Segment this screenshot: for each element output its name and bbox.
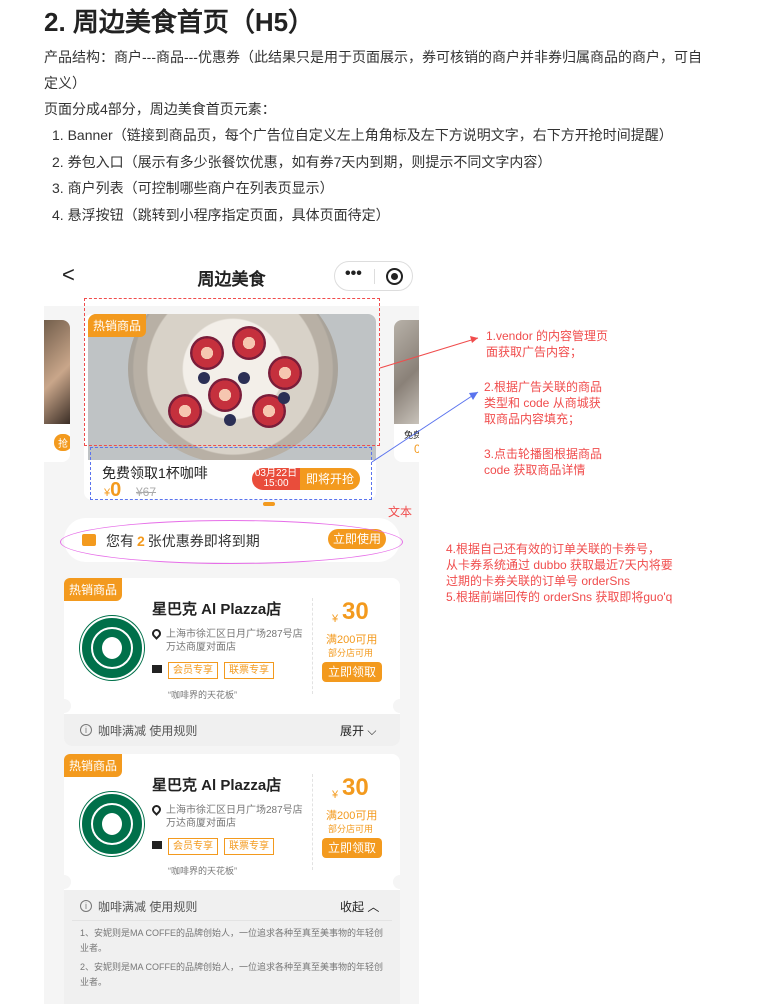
ticket-icon [152,665,162,673]
coupon-rules-label: 咖啡满减 使用规则 [98,724,198,738]
starbucks-logo [80,616,144,680]
coupon-condition: 满200可用 [326,810,378,822]
annotation-text-label: 文本 [388,505,413,519]
starbucks-logo [80,792,144,856]
carousel-next-label: 免费 [404,430,419,440]
card-notch [57,875,71,889]
annotation-mapping: 2.根据广告关联的商品 类型和 code 从商城获 取商品内容填充； [484,380,603,426]
coupon-value: 30 [342,598,369,625]
shop-slogan: “咖啡界的天花板” [168,866,237,876]
ticket-icon [152,841,162,849]
shop-address: 上海市徐汇区日月广场287号店万达商厦对面店 [166,805,303,829]
more-icon[interactable]: ••• [345,265,362,283]
coupon-divider [312,598,313,694]
list-item: 3. 商户列表（可控制哪些商户在列表页显示） [52,180,334,196]
shop-address: 上海市徐汇区日月广场287号店万达商厦对面店 [166,629,303,653]
coupon-value: 30 [342,774,369,801]
page-content: 抢 免费 0 热销商品 免费领取1杯咖啡 ¥0 ¥67 03月22日 15:00… [44,298,419,1004]
shop-tag: 联票专享 [224,662,274,679]
shop-tag: 联票专享 [224,838,274,855]
shop-hot-tag: 热销商品 [64,578,123,601]
shop-tag: 会员专享 [168,838,218,855]
close-target-icon[interactable] [386,268,403,285]
carousel-prev-card[interactable]: 抢 [44,320,70,462]
card-notch [393,699,407,713]
card-notch [393,875,407,889]
info-icon: i [80,900,92,912]
shop-name: 星巴克 Al Plazza店 [152,777,282,794]
shop-hot-tag: 热销商品 [64,754,123,777]
expand-toggle[interactable]: 展开 ⌵ [340,722,376,739]
banner-info-highlight [90,447,372,500]
location-pin-icon [150,627,163,640]
nav-bar: < 周边美食 ••• [44,256,419,296]
carousel-next-image [394,320,419,424]
shop-name: 星巴克 Al Plazza店 [152,601,282,618]
list-item: 4. 悬浮按钮（跳转到小程序指定页面，具体页面待定） [52,206,390,223]
currency-symbol: ¥ [332,613,339,625]
rule-item: 2、安妮则是MA COFFE的品牌创始人，一位追求各种至真至美事物的年轻创业者。 [80,962,384,987]
banner-image-highlight [84,298,380,446]
rule-item: 1、安妮则是MA COFFE的品牌创始人，一位追求各种至真至美事物的年轻创业者。 [80,928,384,953]
collapse-toggle[interactable]: 收起 ︿ [340,898,379,915]
coupon-divider [312,774,313,870]
coupon-condition: 满200可用 [326,634,378,646]
structure-line-2: 定义） [44,75,86,91]
mini-program-capsule: ••• [334,261,413,291]
section-intro: 页面分成4部分，周边美食首页元素： [44,101,276,117]
rules-divider [72,920,392,921]
coupon-rules-label: 咖啡满减 使用规则 [98,900,198,914]
currency-symbol: ¥ [332,789,339,801]
carousel-indicator [263,502,275,506]
coupon-rules-panel: i 咖啡满减 使用规则 收起 ︿ 1、安妮则是MA COFFE的品牌创始人，一位… [64,890,400,1004]
carousel-next-price: 0 [414,442,419,456]
chevron-down-icon: ⌵ [367,724,377,738]
coupon-scope: 部分店可用 [328,824,374,834]
shop-tag: 会员专享 [168,662,218,679]
shop-card[interactable]: 热销商品 星巴克 Al Plazza店 上海市徐汇区日月广场287号店万达商厦对… [57,578,407,746]
voucher-highlight-ellipse [60,520,403,564]
coupon-scope: 部分店可用 [328,648,374,658]
chevron-up-icon: ︿ [367,900,380,914]
structure-line-1: 产品结构：商户---商品---优惠券（此结果只是用于页面展示，券可核销的商户并非… [44,49,702,65]
element-list: 1. Banner（链接到商品页，每个广告位自定义左上角角标及左下方说明文字，右… [52,122,673,228]
claim-button[interactable]: 立即领取 [322,662,382,682]
shop-card[interactable]: 热销商品 星巴克 Al Plazza店 上海市徐汇区日月广场287号店万达商厦对… [57,754,407,1004]
annotation-click: 3.点击轮播图根据商品 code 获取商品详情 [484,447,603,477]
coupon-rules-bar[interactable]: i 咖啡满减 使用规则 展开 ⌵ [64,714,400,746]
doc-title: 2. 周边美食首页（H5） [44,7,315,37]
card-notch [57,699,71,713]
annotation-vendor: 1.vendor 的内容管理页 面获取广告内容； [486,329,609,359]
list-item: 2. 券包入口（展示有多少张餐饮优惠，如有券7天内到期，则提示不同文字内容） [52,153,552,170]
list-item: 1. Banner（链接到商品页，每个广告位自定义左上角角标及左下方说明文字，右… [52,127,673,143]
claim-button[interactable]: 立即领取 [322,838,382,858]
carousel-prev-tag: 抢 [54,434,70,451]
shop-card-body: 热销商品 星巴克 Al Plazza店 上海市徐汇区日月广场287号店万达商厦对… [64,754,400,884]
carousel-prev-image [44,320,70,424]
location-pin-icon [150,803,163,816]
carousel-next-card[interactable]: 免费 0 [394,320,419,462]
info-icon: i [80,724,92,736]
capsule-divider [374,269,375,284]
phone-mockup: < 周边美食 ••• 抢 免费 0 热销商品 免费领取1杯咖啡 ¥0 ¥67 0… [44,256,419,1004]
annotation-voucher-logic: 4.根据自己还有效的订单关联的卡券号， 从卡券系统通过 dubbo 获取最近7天内… [446,542,673,604]
shop-card-body: 热销商品 星巴克 Al Plazza店 上海市徐汇区日月广场287号店万达商厦对… [64,578,400,708]
shop-slogan: “咖啡界的天花板” [168,690,237,700]
